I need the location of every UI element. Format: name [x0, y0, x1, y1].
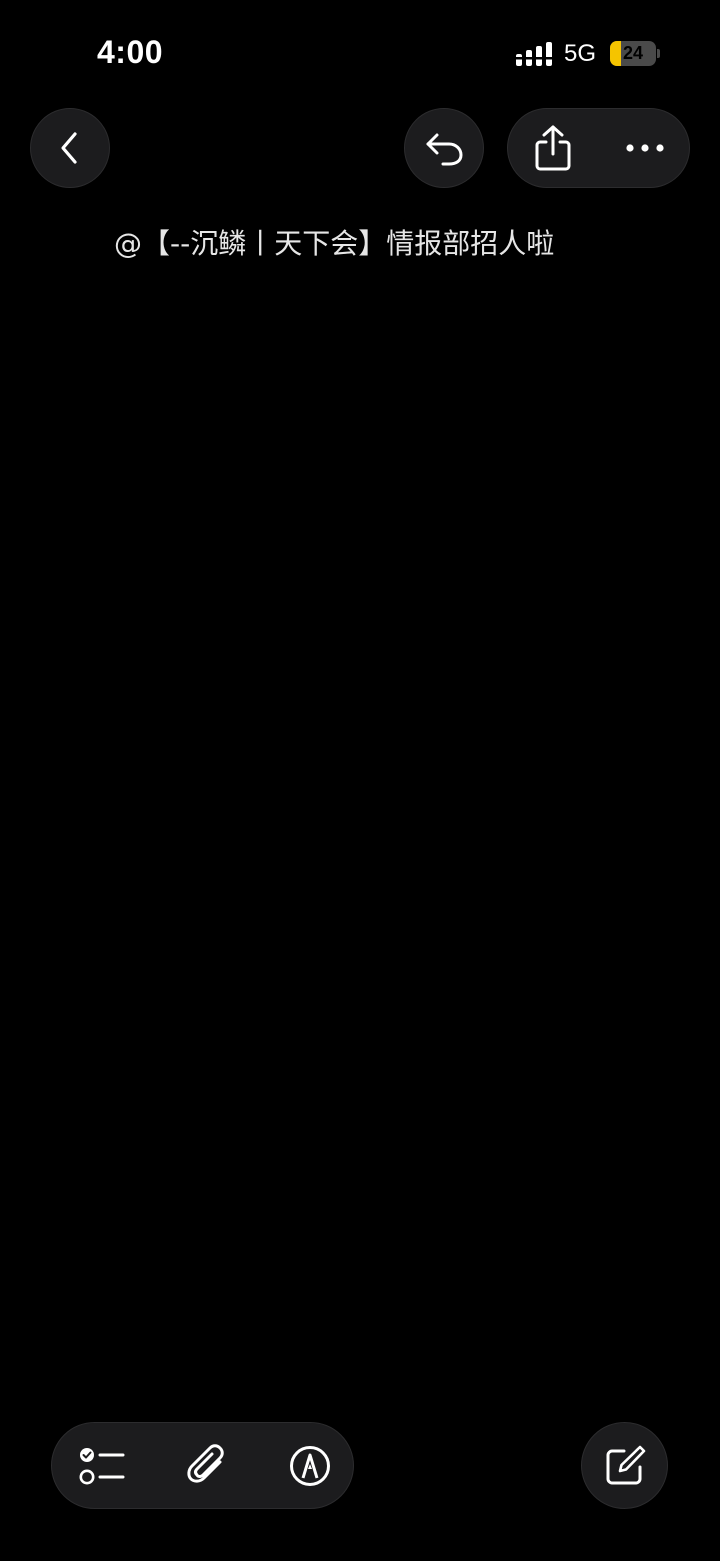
more-button[interactable]	[600, 109, 690, 187]
battery-cap	[657, 49, 660, 58]
undo-button[interactable]	[404, 108, 484, 188]
markup-button[interactable]	[270, 1423, 350, 1508]
share-icon	[533, 124, 573, 172]
checklist-button[interactable]	[62, 1423, 142, 1508]
attach-button[interactable]	[167, 1423, 247, 1508]
compose-button[interactable]	[581, 1422, 668, 1509]
bottom-toolbar	[51, 1422, 354, 1509]
network-type: 5G	[564, 40, 597, 67]
chevron-left-icon	[55, 130, 85, 166]
pen-markup-icon	[289, 1445, 331, 1487]
compose-icon	[604, 1445, 646, 1487]
battery-level: 24	[622, 43, 644, 63]
back-button[interactable]	[30, 108, 110, 188]
share-button[interactable]	[508, 109, 598, 187]
checklist-icon	[79, 1446, 125, 1486]
status-bar: 4:00 5G 24	[0, 0, 720, 100]
signal-bars-icon	[516, 42, 554, 66]
status-time: 4:00	[97, 34, 164, 70]
ellipsis-icon	[625, 143, 665, 153]
note-text[interactable]: @【--沉鳞丨天下会】情报部招人啦	[114, 222, 554, 262]
undo-arrow-icon	[423, 129, 465, 167]
battery-indicator: 24	[610, 41, 656, 66]
actions-pill	[507, 108, 690, 188]
paperclip-icon	[186, 1443, 228, 1488]
